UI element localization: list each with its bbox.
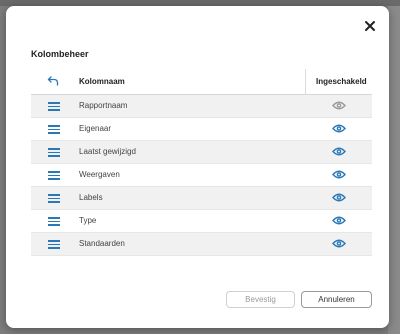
column-label: Type [79, 216, 97, 225]
drag-handle-icon[interactable] [48, 240, 60, 249]
table-header: Kolomnaam Ingeschakeld [31, 69, 372, 95]
eye-icon[interactable] [332, 215, 346, 226]
drag-handle-icon[interactable] [48, 194, 60, 203]
column-label: Weergaven [79, 170, 120, 179]
table-row: Laatst gewijzigd [31, 141, 372, 164]
drag-handle-icon[interactable] [48, 125, 60, 134]
table-row: Standaarden [31, 233, 372, 256]
table-row: Eigenaar [31, 118, 372, 141]
cancel-button[interactable]: Annuleren [301, 291, 372, 308]
column-label: Labels [79, 193, 103, 202]
table-row: Rapportnaam [31, 95, 372, 118]
table-row: Labels [31, 187, 372, 210]
eye-icon[interactable] [332, 146, 346, 157]
column-label: Rapportnaam [79, 101, 128, 110]
enabled-header: Ingeschakeld [316, 77, 367, 86]
dialog-title: Kolombeheer [31, 49, 89, 59]
column-manager-dialog: Kolombeheer Kolomnaam Ingeschakeld Rappo… [6, 6, 389, 328]
column-label: Standaarden [79, 239, 125, 248]
eye-icon[interactable] [332, 192, 346, 203]
columns-table: Kolomnaam Ingeschakeld Rapportnaam Eigena… [31, 69, 372, 256]
drag-handle-icon[interactable] [48, 102, 60, 111]
eye-icon[interactable] [332, 169, 346, 180]
undo-icon[interactable] [47, 75, 59, 87]
table-row: Weergaven [31, 164, 372, 187]
eye-icon[interactable] [332, 123, 346, 134]
eye-disabled-icon[interactable] [332, 100, 346, 111]
drag-handle-icon[interactable] [48, 148, 60, 157]
column-label: Laatst gewijzigd [79, 147, 136, 156]
drag-handle-icon[interactable] [48, 217, 60, 226]
column-name-header: Kolomnaam [79, 77, 125, 86]
drag-handle-icon[interactable] [48, 171, 60, 180]
header-divider [305, 69, 306, 94]
eye-icon[interactable] [332, 238, 346, 249]
table-row: Type [31, 210, 372, 233]
backdrop-side [388, 6, 400, 334]
column-label: Eigenaar [79, 124, 112, 133]
close-icon[interactable] [364, 20, 376, 32]
confirm-button[interactable]: Bevestig [226, 291, 295, 308]
